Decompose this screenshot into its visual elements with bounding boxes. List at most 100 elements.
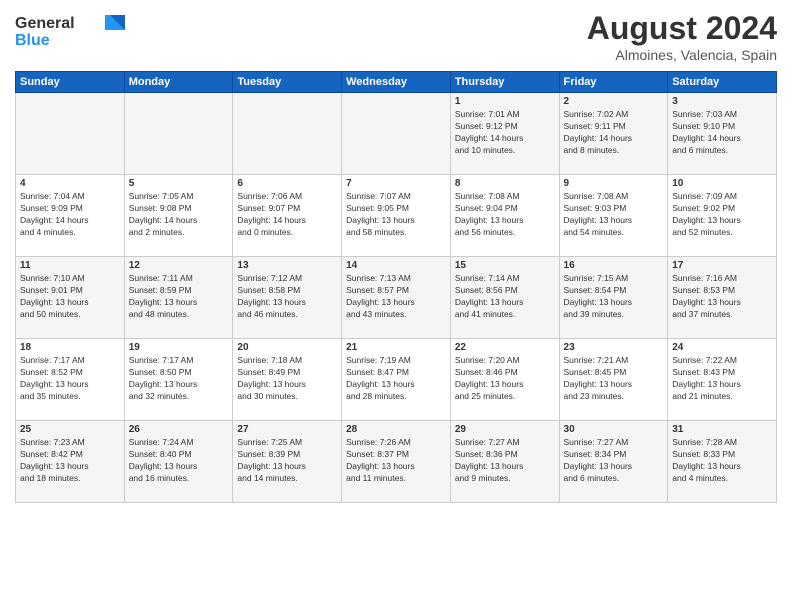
cell-3-3: 21 Sunrise: 7:19 AMSunset: 8:47 PMDayligh… [342, 339, 451, 421]
day-info: Sunrise: 7:07 AMSunset: 9:05 PMDaylight:… [346, 191, 446, 239]
day-info: Sunrise: 7:20 AMSunset: 8:46 PMDaylight:… [455, 355, 555, 403]
day-info: Sunrise: 7:09 AMSunset: 9:02 PMDaylight:… [672, 191, 772, 239]
day-number: 15 [455, 260, 555, 271]
day-number: 24 [672, 342, 772, 353]
day-info: Sunrise: 7:24 AMSunset: 8:40 PMDaylight:… [129, 437, 229, 485]
cell-4-6: 31 Sunrise: 7:28 AMSunset: 8:33 PMDayligh… [668, 421, 777, 503]
cell-1-4: 8 Sunrise: 7:08 AMSunset: 9:04 PMDaylight… [450, 175, 559, 257]
day-number: 20 [237, 342, 337, 353]
day-info: Sunrise: 7:27 AMSunset: 8:36 PMDaylight:… [455, 437, 555, 485]
cell-4-3: 28 Sunrise: 7:26 AMSunset: 8:37 PMDayligh… [342, 421, 451, 503]
cell-0-2 [233, 93, 342, 175]
cell-1-2: 6 Sunrise: 7:06 AMSunset: 9:07 PMDaylight… [233, 175, 342, 257]
cell-0-3 [342, 93, 451, 175]
day-info: Sunrise: 7:23 AMSunset: 8:42 PMDaylight:… [20, 437, 120, 485]
day-header-tuesday: Tuesday [233, 72, 342, 93]
month-year: August 2024 [587, 10, 777, 47]
day-info: Sunrise: 7:04 AMSunset: 9:09 PMDaylight:… [20, 191, 120, 239]
day-header-sunday: Sunday [16, 72, 125, 93]
cell-0-4: 1 Sunrise: 7:01 AMSunset: 9:12 PMDaylight… [450, 93, 559, 175]
day-number: 18 [20, 342, 120, 353]
day-info: Sunrise: 7:05 AMSunset: 9:08 PMDaylight:… [129, 191, 229, 239]
day-info: Sunrise: 7:14 AMSunset: 8:56 PMDaylight:… [455, 273, 555, 321]
cell-4-4: 29Sunrise: 7:27 AMSunset: 8:36 PMDayligh… [450, 421, 559, 503]
day-number: 23 [564, 342, 664, 353]
day-number: 28 [346, 424, 446, 435]
day-number: 17 [672, 260, 772, 271]
day-number: 3 [672, 96, 772, 107]
day-number: 13 [237, 260, 337, 271]
day-header-monday: Monday [124, 72, 233, 93]
day-info: Sunrise: 7:13 AMSunset: 8:57 PMDaylight:… [346, 273, 446, 321]
day-number: 31 [672, 424, 772, 435]
day-number: 30 [564, 424, 664, 435]
svg-text:Blue: Blue [15, 32, 50, 49]
day-info: Sunrise: 7:03 AMSunset: 9:10 PMDaylight:… [672, 109, 772, 157]
day-header-thursday: Thursday [450, 72, 559, 93]
day-number: 12 [129, 260, 229, 271]
week-row-3: 18Sunrise: 7:17 AMSunset: 8:52 PMDayligh… [16, 339, 777, 421]
day-number: 21 [346, 342, 446, 353]
day-info: Sunrise: 7:17 AMSunset: 8:50 PMDaylight:… [129, 355, 229, 403]
day-info: Sunrise: 7:08 AMSunset: 9:03 PMDaylight:… [564, 191, 664, 239]
day-info: Sunrise: 7:25 AMSunset: 8:39 PMDaylight:… [237, 437, 337, 485]
day-number: 8 [455, 178, 555, 189]
day-number: 10 [672, 178, 772, 189]
cell-0-1 [124, 93, 233, 175]
day-info: Sunrise: 7:21 AMSunset: 8:45 PMDaylight:… [564, 355, 664, 403]
day-number: 6 [237, 178, 337, 189]
day-number: 2 [564, 96, 664, 107]
day-number: 11 [20, 260, 120, 271]
day-info: Sunrise: 7:06 AMSunset: 9:07 PMDaylight:… [237, 191, 337, 239]
cell-0-6: 3 Sunrise: 7:03 AMSunset: 9:10 PMDaylight… [668, 93, 777, 175]
location: Almoines, Valencia, Spain [587, 47, 777, 63]
cell-4-2: 27 Sunrise: 7:25 AMSunset: 8:39 PMDayligh… [233, 421, 342, 503]
day-info: Sunrise: 7:11 AMSunset: 8:59 PMDaylight:… [129, 273, 229, 321]
day-number: 16 [564, 260, 664, 271]
day-info: Sunrise: 7:28 AMSunset: 8:33 PMDaylight:… [672, 437, 772, 485]
cell-1-3: 7 Sunrise: 7:07 AMSunset: 9:05 PMDaylight… [342, 175, 451, 257]
cell-2-1: 12 Sunrise: 7:11 AMSunset: 8:59 PMDayligh… [124, 257, 233, 339]
day-info: Sunrise: 7:27 AMSunset: 8:34 PMDaylight:… [564, 437, 664, 485]
day-number: 5 [129, 178, 229, 189]
day-info: Sunrise: 7:02 AMSunset: 9:11 PMDaylight:… [564, 109, 664, 157]
cell-0-0 [16, 93, 125, 175]
day-number: 26 [129, 424, 229, 435]
cell-4-1: 26 Sunrise: 7:24 AMSunset: 8:40 PMDayligh… [124, 421, 233, 503]
cell-4-0: 25 Sunrise: 7:23 AMSunset: 8:42 PMDayligh… [16, 421, 125, 503]
day-number: 22 [455, 342, 555, 353]
day-number: 9 [564, 178, 664, 189]
day-header-saturday: Saturday [668, 72, 777, 93]
day-info: Sunrise: 7:08 AMSunset: 9:04 PMDaylight:… [455, 191, 555, 239]
day-number: 27 [237, 424, 337, 435]
day-info: Sunrise: 7:10 AMSunset: 9:01 PMDaylight:… [20, 273, 120, 321]
cell-2-2: 13Sunrise: 7:12 AMSunset: 8:58 PMDayligh… [233, 257, 342, 339]
day-number: 19 [129, 342, 229, 353]
day-info: Sunrise: 7:15 AMSunset: 8:54 PMDaylight:… [564, 273, 664, 321]
week-row-0: 1 Sunrise: 7:01 AMSunset: 9:12 PMDaylight… [16, 93, 777, 175]
cell-1-6: 10 Sunrise: 7:09 AMSunset: 9:02 PMDayligh… [668, 175, 777, 257]
header-row: SundayMondayTuesdayWednesdayThursdayFrid… [16, 72, 777, 93]
day-number: 4 [20, 178, 120, 189]
day-info: Sunrise: 7:16 AMSunset: 8:53 PMDaylight:… [672, 273, 772, 321]
page: General Blue August 2024 Almoines, Valen… [0, 0, 792, 612]
day-info: Sunrise: 7:01 AMSunset: 9:12 PMDaylight:… [455, 109, 555, 157]
cell-3-0: 18Sunrise: 7:17 AMSunset: 8:52 PMDayligh… [16, 339, 125, 421]
day-number: 7 [346, 178, 446, 189]
cell-3-6: 24Sunrise: 7:22 AMSunset: 8:43 PMDayligh… [668, 339, 777, 421]
cell-4-5: 30 Sunrise: 7:27 AMSunset: 8:34 PMDayligh… [559, 421, 668, 503]
cell-2-6: 17 Sunrise: 7:16 AMSunset: 8:53 PMDayligh… [668, 257, 777, 339]
logo: General Blue [15, 10, 125, 55]
day-info: Sunrise: 7:18 AMSunset: 8:49 PMDaylight:… [237, 355, 337, 403]
cell-0-5: 2 Sunrise: 7:02 AMSunset: 9:11 PMDaylight… [559, 93, 668, 175]
calendar-table: SundayMondayTuesdayWednesdayThursdayFrid… [15, 71, 777, 503]
logo-text: General Blue [15, 10, 125, 55]
day-info: Sunrise: 7:19 AMSunset: 8:47 PMDaylight:… [346, 355, 446, 403]
cell-3-2: 20 Sunrise: 7:18 AMSunset: 8:49 PMDayligh… [233, 339, 342, 421]
header: General Blue August 2024 Almoines, Valen… [15, 10, 777, 63]
title-block: August 2024 Almoines, Valencia, Spain [587, 10, 777, 63]
day-number: 25 [20, 424, 120, 435]
cell-1-5: 9 Sunrise: 7:08 AMSunset: 9:03 PMDaylight… [559, 175, 668, 257]
day-info: Sunrise: 7:26 AMSunset: 8:37 PMDaylight:… [346, 437, 446, 485]
day-number: 1 [455, 96, 555, 107]
